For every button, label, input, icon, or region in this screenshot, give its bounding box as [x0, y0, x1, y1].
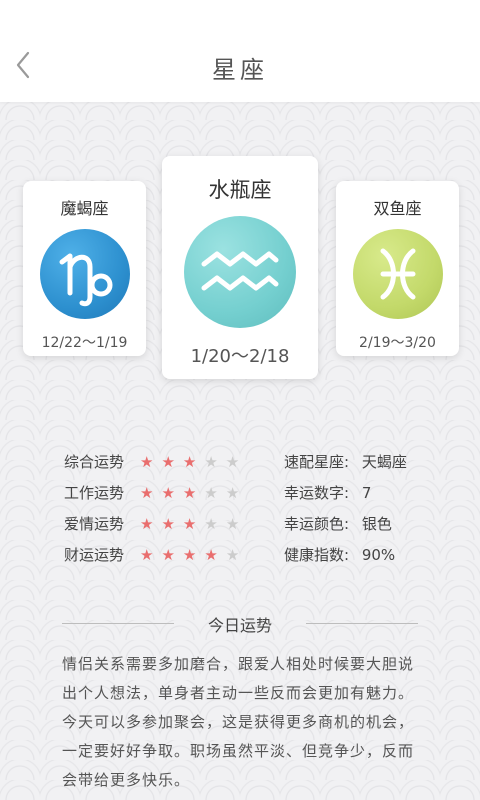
aquarius-icon: [184, 216, 296, 328]
star-filled-icon: ★: [161, 515, 175, 533]
star-filled-icon: ★: [161, 484, 175, 502]
sign-date: 2/19～3/20: [359, 335, 436, 351]
today-section-header: 今日运势: [62, 612, 418, 636]
sign-card-pisces[interactable]: 双鱼座 2/19～3/20: [336, 181, 459, 356]
star-rating: ★ ★ ★ ★ ★: [140, 544, 239, 566]
info-value: 天蝎座: [361, 453, 407, 471]
info-value: 90%: [361, 546, 396, 564]
sign-name: 双鱼座: [373, 199, 422, 218]
info-row: 速配星座: 天蝎座: [284, 451, 407, 473]
fortune-row: 综合运势 ★ ★ ★ ★ ★: [64, 451, 239, 473]
sign-card-capricorn[interactable]: 魔蝎座 12/22～1/19: [23, 181, 146, 356]
star-empty-icon: ★: [204, 515, 218, 533]
info-value: 银色: [361, 515, 392, 533]
sign-date: 12/22～1/19: [41, 335, 128, 351]
fortune-label: 爱情运势: [64, 515, 125, 533]
star-filled-icon: ★: [204, 546, 218, 564]
star-rating: ★ ★ ★ ★ ★: [140, 513, 239, 535]
info-label: 幸运颜色:: [284, 515, 350, 533]
star-filled-icon: ★: [182, 546, 197, 564]
info-label: 幸运数字:: [284, 484, 350, 502]
info-label: 速配星座:: [284, 453, 350, 471]
star-filled-icon: ★: [140, 546, 154, 564]
info-row: 健康指数: 90%: [284, 544, 395, 566]
star-filled-icon: ★: [161, 453, 175, 471]
page-title: 星座: [212, 56, 268, 84]
divider-line-right: [306, 623, 418, 624]
sign-name: 水瓶座: [208, 178, 272, 202]
fortune-label: 财运运势: [64, 546, 125, 564]
star-filled-icon: ★: [182, 484, 197, 502]
info-row: 幸运颜色: 银色: [284, 513, 392, 535]
star-filled-icon: ★: [140, 515, 154, 533]
info-label: 健康指数:: [284, 546, 350, 564]
star-empty-icon: ★: [225, 515, 240, 533]
star-empty-icon: ★: [225, 453, 240, 471]
star-empty-icon: ★: [225, 484, 240, 502]
star-filled-icon: ★: [140, 453, 154, 471]
sign-card-aquarius[interactable]: 水瓶座 1/20～2/18: [162, 156, 318, 379]
sign-date: 1/20～2/18: [190, 346, 290, 367]
today-fortune-text: 情侣关系需要多加磨合，跟爱人相处时候要大胆说出个人想法，单身者主动一些反而会更加…: [62, 655, 415, 789]
fortune-label: 工作运势: [64, 484, 125, 502]
sign-name: 魔蝎座: [60, 199, 109, 218]
star-rating: ★ ★ ★ ★ ★: [140, 482, 239, 504]
fortune-row: 工作运势 ★ ★ ★ ★ ★: [64, 482, 239, 504]
star-empty-icon: ★: [204, 484, 218, 502]
star-empty-icon: ★: [204, 453, 218, 471]
star-filled-icon: ★: [140, 484, 154, 502]
pisces-icon: [352, 229, 443, 319]
info-value: 7: [361, 484, 372, 502]
star-empty-icon: ★: [225, 546, 240, 564]
star-filled-icon: ★: [182, 515, 197, 533]
today-title: 今日运势: [207, 616, 272, 635]
star-filled-icon: ★: [182, 453, 197, 471]
star-filled-icon: ★: [161, 546, 175, 564]
fortune-label: 综合运势: [64, 453, 125, 471]
capricorn-icon: [39, 229, 130, 319]
star-rating: ★ ★ ★ ★ ★: [140, 451, 239, 473]
header-bar: 星座: [0, 0, 480, 102]
info-row: 幸运数字: 7: [284, 482, 371, 504]
fortune-row: 财运运势 ★ ★ ★ ★ ★: [64, 544, 239, 566]
fortune-row: 爱情运势 ★ ★ ★ ★ ★: [64, 513, 239, 535]
